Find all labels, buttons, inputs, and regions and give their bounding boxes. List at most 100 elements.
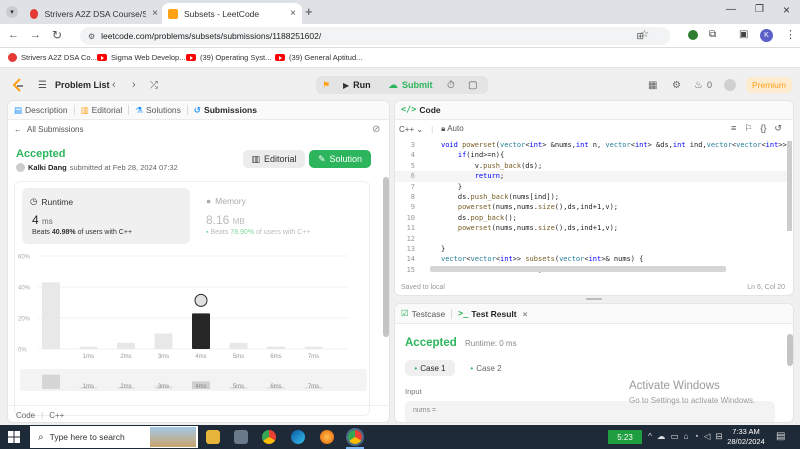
horizontal-scrollbar[interactable] <box>430 266 726 272</box>
notes-icon[interactable]: ▢ <box>468 76 477 94</box>
solution-button[interactable]: ✎ Solution <box>309 150 371 168</box>
format-icon[interactable]: ≡ <box>731 123 736 134</box>
bookmark-strivers[interactable]: Strivers A2Z DSA Co... <box>8 53 97 62</box>
cloud-icon[interactable]: ☁ <box>657 431 666 442</box>
language-icon[interactable]: ⊟ <box>715 431 722 442</box>
left-panel-scrollbar[interactable] <box>383 177 389 337</box>
code-line[interactable]: 5 v.push_back(ds); <box>395 161 787 171</box>
submitter-name[interactable]: Kalki Dang <box>28 163 67 172</box>
code-line[interactable]: 9 powerset(nums,nums.size(),ds,ind+1,v); <box>395 202 787 212</box>
tab-strivers[interactable]: Strivers A2Z DSA Course/Sheet × <box>24 3 164 24</box>
editorial-button[interactable]: ▥ Editorial <box>243 150 305 168</box>
settings-gear-icon[interactable]: ⚙ <box>672 76 681 94</box>
tab-description[interactable]: ▤ Description <box>8 105 74 116</box>
profile-avatar[interactable]: K <box>760 29 773 42</box>
layout-icon[interactable]: ▦ <box>648 76 657 94</box>
new-tab-button[interactable]: + <box>305 4 313 19</box>
bookmark-aptitude[interactable]: (39) General Aptitud... <box>275 53 362 62</box>
reload-icon[interactable]: ↻ <box>52 28 62 42</box>
share-link-icon[interactable]: ⊘ <box>372 124 380 135</box>
close-tab-icon[interactable]: × <box>523 309 528 319</box>
network-icon[interactable]: ⌂ <box>684 431 689 442</box>
shuffle-icon[interactable]: ⤮ <box>150 76 158 94</box>
close-window-button[interactable]: × <box>783 3 790 17</box>
tab-subsets[interactable]: Subsets - LeetCode × <box>162 3 302 24</box>
reset-icon[interactable]: ↺ <box>774 123 782 134</box>
all-submissions-link[interactable]: ← All Submissions <box>14 125 83 134</box>
code-line[interactable]: 14 vector<vector<int>> subsets(vector<int… <box>395 254 787 264</box>
leetcode-logo-icon[interactable] <box>12 78 24 92</box>
wifi-icon[interactable]: ◔ <box>694 431 699 442</box>
bookmark-star-icon[interactable]: ☆ <box>640 29 649 40</box>
side-panel-icon[interactable]: ▣ <box>739 29 748 40</box>
battery-icon[interactable]: ▭ <box>671 431 679 442</box>
edge-icon[interactable] <box>291 430 305 444</box>
file-explorer-icon[interactable] <box>206 430 220 444</box>
timer-icon[interactable]: ⏱ <box>447 76 455 94</box>
tab-search-icon[interactable]: ▾ <box>6 6 18 18</box>
code-line[interactable]: 4 if(ind>=n){ <box>395 150 787 160</box>
line-number: 7 <box>410 182 415 191</box>
beats-suffix: of users with C++ <box>77 229 133 236</box>
url-input[interactable]: ⚙ leetcode.com/problems/subsets/submissi… <box>80 27 670 45</box>
runtime-box[interactable]: ◷ Runtime 4 ms Beats 40.98% of users wit… <box>22 188 190 244</box>
volume-icon[interactable]: ◁ <box>704 431 711 442</box>
extensions-puzzle-icon[interactable]: ⧉ <box>709 29 716 40</box>
panel-resize-handle[interactable] <box>586 298 602 300</box>
minimize-button[interactable]: — <box>726 4 736 15</box>
prev-problem-icon[interactable]: ‹ <box>112 76 116 94</box>
site-info-icon[interactable]: ⚙ <box>88 32 95 41</box>
code-tab[interactable]: </> Code <box>395 105 447 115</box>
code-line[interactable]: 3 void powerset(vector<int> &nums,int n, … <box>395 140 787 150</box>
restore-button[interactable]: ❐ <box>755 4 764 15</box>
code-line[interactable]: 10 ds.pop_back(); <box>395 213 787 223</box>
run-button[interactable]: ▶ Run <box>343 76 371 94</box>
timer-badge[interactable]: 5:23 <box>608 430 642 444</box>
code-line[interactable]: 13} <box>395 244 787 254</box>
code-line[interactable]: 6 return; <box>395 171 787 182</box>
case-2-tab[interactable]: • Case 2 <box>461 360 511 376</box>
tab-submissions[interactable]: ↺ Submissions <box>188 105 263 116</box>
forward-arrow-icon[interactable]: → <box>30 29 41 41</box>
firefox-icon[interactable] <box>320 430 334 444</box>
language-select[interactable]: C++ ⌄ <box>399 125 423 134</box>
code-line[interactable]: 11 powerset(nums,nums.size(),ds,ind+1,v)… <box>395 223 787 233</box>
autocomplete-toggle[interactable]: 🔒︎ Auto <box>441 124 464 134</box>
tab-test-result[interactable]: >_ Test Result × <box>452 309 533 319</box>
braces-icon[interactable]: {} <box>760 123 766 134</box>
notifications-icon[interactable]: ▤ <box>776 431 785 442</box>
chart-minimap[interactable]: 1ms 2ms 3ms 4ms 5ms 6ms 7ms <box>20 369 367 391</box>
back-arrow-icon[interactable]: ← <box>8 29 19 41</box>
memory-box[interactable]: ● Memory 8.16 MB ▪ Beats 78.90% of users… <box>204 188 364 244</box>
bookmark-icon[interactable]: ⚐ <box>744 123 752 134</box>
case-1-tab[interactable]: • Case 1 <box>405 360 455 376</box>
code-line[interactable]: 12 <box>395 234 787 244</box>
code-line[interactable]: 7 } <box>395 182 787 192</box>
chrome-icon[interactable] <box>262 430 276 444</box>
console-scrollbar[interactable] <box>787 334 793 366</box>
camera-app-icon[interactable] <box>234 430 248 444</box>
code-area[interactable]: 3 void powerset(vector<int> &nums,int n, … <box>395 140 787 276</box>
submit-button[interactable]: ☁ Submit <box>388 76 433 94</box>
user-avatar[interactable] <box>724 79 736 91</box>
code-line[interactable]: 8 ds.push_back(nums[ind]); <box>395 192 787 202</box>
browser-menu-icon[interactable]: ⋮ <box>785 28 796 41</box>
problem-list-button[interactable]: ☰ Problem List <box>38 76 109 94</box>
next-problem-icon[interactable]: › <box>132 76 136 94</box>
chrome-active-icon[interactable] <box>346 428 364 446</box>
show-hidden-icons-icon[interactable]: ^ <box>648 431 652 442</box>
bookmark-os[interactable]: (39) Operating Syst... <box>186 53 271 62</box>
vertical-scrollbar[interactable] <box>787 141 792 231</box>
clock[interactable]: 7:33 AM 28/02/2024 <box>726 427 766 447</box>
tab-testcase[interactable]: ☑ Testcase <box>395 308 451 319</box>
debug-icon[interactable]: ⚑ <box>322 76 330 94</box>
streak-counter[interactable]: ♨ 0 <box>694 76 712 94</box>
bookmark-sigma[interactable]: Sigma Web Develop... <box>97 53 185 62</box>
close-tab-icon[interactable]: × <box>290 8 296 19</box>
extension-icon[interactable] <box>688 30 698 40</box>
premium-button[interactable]: Premium <box>746 77 792 93</box>
close-tab-icon[interactable]: × <box>152 8 158 19</box>
tab-editorial[interactable]: ▥ Editorial <box>75 105 129 116</box>
tab-solutions[interactable]: ⚗ Solutions <box>129 105 187 116</box>
windows-start-icon[interactable] <box>8 431 20 443</box>
